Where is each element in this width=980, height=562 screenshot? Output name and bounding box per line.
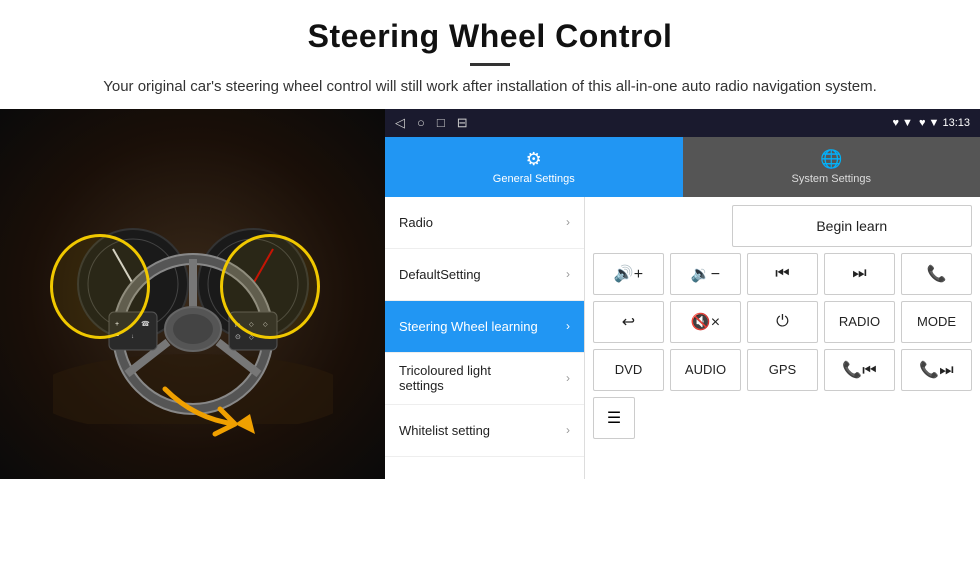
- status-bar: ◁ ○ □ ⊟ ♥ ▼ ♥ ▼ 13:13: [385, 109, 980, 137]
- nav-menu[interactable]: ⊟: [457, 115, 468, 131]
- menu-item-default[interactable]: DefaultSetting ›: [385, 249, 584, 301]
- menu-steering-label: Steering Wheel learning: [399, 319, 538, 334]
- menu-whitelist-label: Whitelist setting: [399, 423, 490, 438]
- status-bar-right: ♥ ▼ ♥ ▼ 13:13: [892, 117, 970, 129]
- tel-next-icon: 📞⏭: [919, 360, 953, 380]
- menu-item-tricoloured[interactable]: Tricoloured lightsettings ›: [385, 353, 584, 405]
- volume-up-icon: 🔊+: [614, 264, 643, 284]
- chevron-icon: ›: [566, 423, 570, 437]
- page-title: Steering Wheel Control: [40, 18, 940, 55]
- svg-text:⊙: ⊙: [235, 334, 241, 341]
- mute-button[interactable]: 🔇×: [670, 301, 741, 343]
- menu-item-whitelist[interactable]: Whitelist setting ›: [385, 405, 584, 457]
- phone-icon: 📞: [927, 264, 947, 284]
- system-settings-icon: 🌐: [820, 149, 842, 170]
- nav-recents[interactable]: □: [437, 115, 445, 130]
- volume-up-button[interactable]: 🔊+: [593, 253, 664, 295]
- chevron-icon: ›: [566, 371, 570, 385]
- begin-learn-button[interactable]: Begin learn: [732, 205, 973, 247]
- nav-home[interactable]: ○: [417, 115, 425, 130]
- car-image-bg: + − ↑ ↓ ☎ ▷ ◇ ◇ ⊙ ◇: [0, 109, 385, 479]
- page-subtitle: Your original car's steering wheel contr…: [40, 76, 940, 99]
- tab-general-label: General Settings: [493, 173, 575, 185]
- tel-prev-button[interactable]: 📞⏮: [824, 349, 895, 391]
- tab-general[interactable]: ⚙ General Settings: [385, 137, 683, 197]
- svg-text:☎: ☎: [141, 320, 150, 328]
- tel-prev-icon: 📞⏮: [842, 360, 876, 380]
- menu-tricoloured-label: Tricoloured lightsettings: [399, 363, 491, 393]
- radio-button[interactable]: RADIO: [824, 301, 895, 343]
- chevron-icon: ›: [566, 267, 570, 281]
- volume-down-button[interactable]: 🔉−: [670, 253, 741, 295]
- menu-radio-label: Radio: [399, 215, 433, 230]
- content-row: + − ↑ ↓ ☎ ▷ ◇ ◇ ⊙ ◇: [0, 109, 980, 479]
- prev-track-icon: ⏮: [775, 265, 789, 283]
- power-button[interactable]: ⏻: [747, 301, 818, 343]
- main-area: Radio › DefaultSetting › Steering Wheel …: [385, 197, 980, 479]
- begin-learn-label: Begin learn: [816, 218, 887, 234]
- arrow-overlay: [155, 359, 295, 449]
- control-panel: Begin learn 🔊+ 🔉− ⏮: [585, 197, 980, 479]
- volume-down-icon: 🔉−: [691, 264, 720, 284]
- list-icon-button[interactable]: ☰: [593, 397, 635, 439]
- tab-system[interactable]: 🌐 System Settings: [683, 137, 980, 197]
- gps-label: GPS: [769, 362, 796, 377]
- control-row-1: 🔊+ 🔉− ⏮ ⏭ 📞: [593, 253, 972, 295]
- nav-back[interactable]: ◁: [395, 115, 405, 131]
- car-image-container: + − ↑ ↓ ☎ ▷ ◇ ◇ ⊙ ◇: [0, 109, 385, 479]
- control-row-2: ↩ 🔇× ⏻ RADIO MODE: [593, 301, 972, 343]
- mode-button[interactable]: MODE: [901, 301, 972, 343]
- dvd-label: DVD: [615, 362, 642, 377]
- power-icon: ⏻: [776, 313, 789, 331]
- highlight-circle-right: [220, 234, 320, 339]
- phone-button[interactable]: 📞: [901, 253, 972, 295]
- list-icon: ☰: [607, 408, 621, 428]
- menu-item-radio[interactable]: Radio ›: [385, 197, 584, 249]
- status-bar-left: ◁ ○ □ ⊟: [395, 115, 468, 131]
- audio-label: AUDIO: [685, 362, 726, 377]
- highlight-circle-left: [50, 234, 150, 339]
- mute-icon: 🔇×: [691, 312, 720, 332]
- hangup-button[interactable]: ↩: [593, 301, 664, 343]
- audio-button[interactable]: AUDIO: [670, 349, 741, 391]
- menu-item-steering[interactable]: Steering Wheel learning ›: [385, 301, 584, 353]
- radio-label: RADIO: [839, 314, 880, 329]
- header-divider: [470, 63, 510, 66]
- next-track-button[interactable]: ⏭: [824, 253, 895, 295]
- nav-tabs: ⚙ General Settings 🌐 System Settings: [385, 137, 980, 197]
- tel-next-button[interactable]: 📞⏭: [901, 349, 972, 391]
- page-wrapper: Steering Wheel Control Your original car…: [0, 0, 980, 479]
- control-row-4: ☰: [593, 397, 972, 439]
- mode-label: MODE: [917, 314, 956, 329]
- gps-button[interactable]: GPS: [747, 349, 818, 391]
- begin-learn-row: Begin learn: [593, 205, 972, 247]
- menu-default-label: DefaultSetting: [399, 267, 481, 282]
- android-ui: ◁ ○ □ ⊟ ♥ ▼ ♥ ▼ 13:13 ⚙ General Settings…: [385, 109, 980, 479]
- tab-system-label: System Settings: [792, 173, 871, 185]
- next-track-icon: ⏭: [852, 265, 866, 283]
- menu-list: Radio › DefaultSetting › Steering Wheel …: [385, 197, 585, 479]
- page-header: Steering Wheel Control Your original car…: [0, 0, 980, 109]
- prev-track-button[interactable]: ⏮: [747, 253, 818, 295]
- chevron-icon: ›: [566, 319, 570, 333]
- clock: ♥ ▼ 13:13: [919, 117, 970, 129]
- svg-text:↓: ↓: [131, 334, 134, 340]
- hangup-icon: ↩: [622, 312, 635, 332]
- dvd-button[interactable]: DVD: [593, 349, 664, 391]
- general-settings-icon: ⚙: [526, 149, 542, 170]
- chevron-icon: ›: [566, 215, 570, 229]
- status-icons: ♥ ▼: [892, 117, 912, 129]
- control-row-3: DVD AUDIO GPS 📞⏮ 📞⏭: [593, 349, 972, 391]
